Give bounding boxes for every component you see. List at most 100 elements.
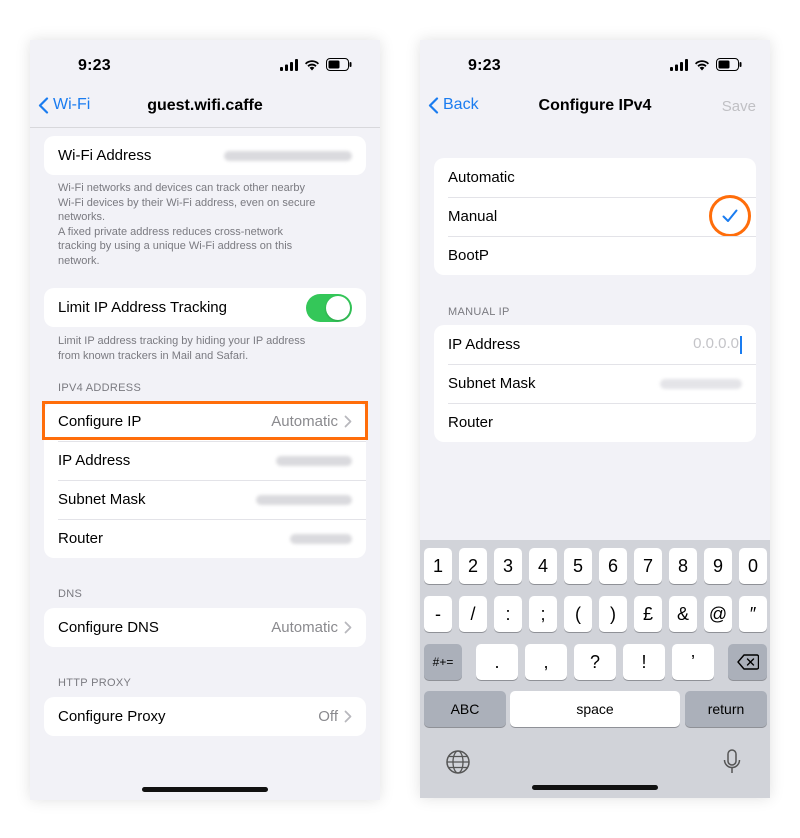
microphone-icon (723, 749, 741, 773)
subnet-mask-label: Subnet Mask (58, 491, 146, 508)
status-bar: 9:23 (420, 40, 770, 90)
dictation-button[interactable] (718, 748, 746, 776)
limit-tracking-toggle[interactable] (306, 293, 352, 322)
key-ampersand[interactable]: & (669, 596, 697, 632)
subnet-mask-label: Subnet Mask (448, 375, 536, 392)
key-9[interactable]: 9 (704, 548, 732, 584)
back-button[interactable]: Back (428, 96, 479, 114)
status-time: 9:23 (78, 57, 111, 74)
home-indicator (142, 787, 268, 792)
ip-address-label: IP Address (58, 452, 131, 469)
signal-icon (670, 58, 688, 71)
globe-button[interactable] (444, 748, 472, 776)
chevron-left-icon (38, 96, 49, 114)
proxy-group: Configure Proxy Off (44, 697, 366, 736)
mode-option-manual[interactable]: Manual (434, 195, 756, 237)
router-value-redacted (290, 533, 352, 544)
navigation-bar: Back Configure IPv4 Save (420, 90, 770, 126)
manual-subnet-mask-row[interactable]: Subnet Mask (434, 364, 756, 403)
key-pound[interactable]: £ (634, 596, 662, 632)
configure-dns-value: Automatic (271, 619, 338, 636)
navigation-bar: Wi-Fi guest.wifi.caffe (30, 90, 380, 126)
limit-tracking-row: Limit IP Address Tracking (44, 288, 366, 327)
key-3[interactable]: 3 (494, 548, 522, 584)
numeric-keyboard: 1 2 3 4 5 6 7 8 9 0 - / : ; ( ) £ & @ ″ … (420, 540, 770, 798)
key-exclamation[interactable]: ! (623, 644, 665, 680)
wifi-address-label: Wi-Fi Address (58, 147, 152, 164)
subnet-mask-value-redacted (256, 494, 352, 505)
dns-section-header: DNS (58, 588, 83, 600)
selected-highlight (709, 195, 751, 237)
key-comma[interactable]: , (525, 644, 567, 680)
key-4[interactable]: 4 (529, 548, 557, 584)
wifi-network-settings-screen: 9:23 Wi-Fi guest.wifi.caffe Wi-Fi Addres… (30, 40, 380, 800)
key-8[interactable]: 8 (669, 548, 697, 584)
proxy-section-header: HTTP PROXY (58, 677, 132, 689)
router-label: Router (58, 530, 104, 547)
key-slash[interactable]: / (459, 596, 487, 632)
home-indicator (532, 785, 658, 790)
manual-ip-group: IP Address 0.0.0.0 Subnet Mask Router (434, 325, 756, 442)
space-key[interactable]: space (510, 691, 680, 727)
key-close-paren[interactable]: ) (599, 596, 627, 632)
key-6[interactable]: 6 (599, 548, 627, 584)
ip-address-field[interactable]: 0.0.0.0 (693, 335, 742, 354)
limit-tracking-label: Limit IP Address Tracking (58, 299, 227, 316)
key-question[interactable]: ? (574, 644, 616, 680)
ip-address-row: IP Address (44, 441, 366, 480)
configure-dns-row[interactable]: Configure DNS Automatic (44, 608, 366, 647)
save-button[interactable]: Save (722, 98, 756, 115)
configure-ip-value: Automatic (271, 413, 338, 430)
status-bar: 9:23 (30, 40, 380, 90)
backspace-icon (736, 654, 759, 670)
manual-router-row[interactable]: Router (434, 403, 756, 442)
wifi-icon (305, 59, 319, 70)
status-time: 9:23 (468, 57, 501, 74)
key-7[interactable]: 7 (634, 548, 662, 584)
configure-dns-label: Configure DNS (58, 619, 159, 636)
router-label: Router (448, 414, 494, 431)
key-2[interactable]: 2 (459, 548, 487, 584)
ipv4-mode-group: Automatic Manual BootP (434, 158, 756, 275)
key-0[interactable]: 0 (739, 548, 767, 584)
key-at[interactable]: @ (704, 596, 732, 632)
wifi-icon (695, 59, 709, 70)
manual-ip-section-header: MANUAL IP (448, 306, 510, 318)
configure-ip-row[interactable]: Configure IP Automatic (44, 402, 366, 441)
configure-proxy-label: Configure Proxy (58, 708, 166, 725)
symbols-toggle-key[interactable]: #+= (424, 644, 462, 680)
key-quote[interactable]: ″ (739, 596, 767, 632)
wifi-address-value-redacted (224, 150, 352, 161)
subnet-mask-row: Subnet Mask (44, 480, 366, 519)
key-semicolon[interactable]: ; (529, 596, 557, 632)
limit-tracking-group: Limit IP Address Tracking (44, 288, 366, 327)
text-cursor (740, 335, 742, 354)
configure-proxy-row[interactable]: Configure Proxy Off (44, 697, 366, 736)
key-apostrophe[interactable]: ’ (672, 644, 714, 680)
key-colon[interactable]: : (494, 596, 522, 632)
backspace-key[interactable] (728, 644, 767, 680)
manual-ip-address-row[interactable]: IP Address 0.0.0.0 (434, 325, 756, 364)
configure-ipv4-screen: 9:23 Back Configure IPv4 Save Automatic … (420, 40, 770, 798)
ipv4-section-header: IPV4 ADDRESS (58, 382, 142, 394)
battery-icon (716, 58, 742, 71)
wifi-address-group: Wi-Fi Address (44, 136, 366, 175)
key-hyphen[interactable]: - (424, 596, 452, 632)
chevron-right-icon (344, 710, 352, 723)
back-button[interactable]: Wi-Fi (38, 96, 90, 114)
mode-option-bootp[interactable]: BootP (434, 236, 756, 275)
key-open-paren[interactable]: ( (564, 596, 592, 632)
back-label: Back (443, 96, 479, 113)
wifi-address-row: Wi-Fi Address (44, 136, 366, 175)
router-row: Router (44, 519, 366, 558)
subnet-mask-placeholder-redacted (660, 378, 742, 389)
chevron-right-icon (344, 621, 352, 634)
key-1[interactable]: 1 (424, 548, 452, 584)
globe-icon (446, 750, 470, 774)
configure-proxy-value: Off (318, 708, 338, 725)
return-key[interactable]: return (685, 691, 767, 727)
key-period[interactable]: . (476, 644, 518, 680)
mode-option-automatic[interactable]: Automatic (434, 158, 756, 197)
abc-key[interactable]: ABC (424, 691, 506, 727)
key-5[interactable]: 5 (564, 548, 592, 584)
